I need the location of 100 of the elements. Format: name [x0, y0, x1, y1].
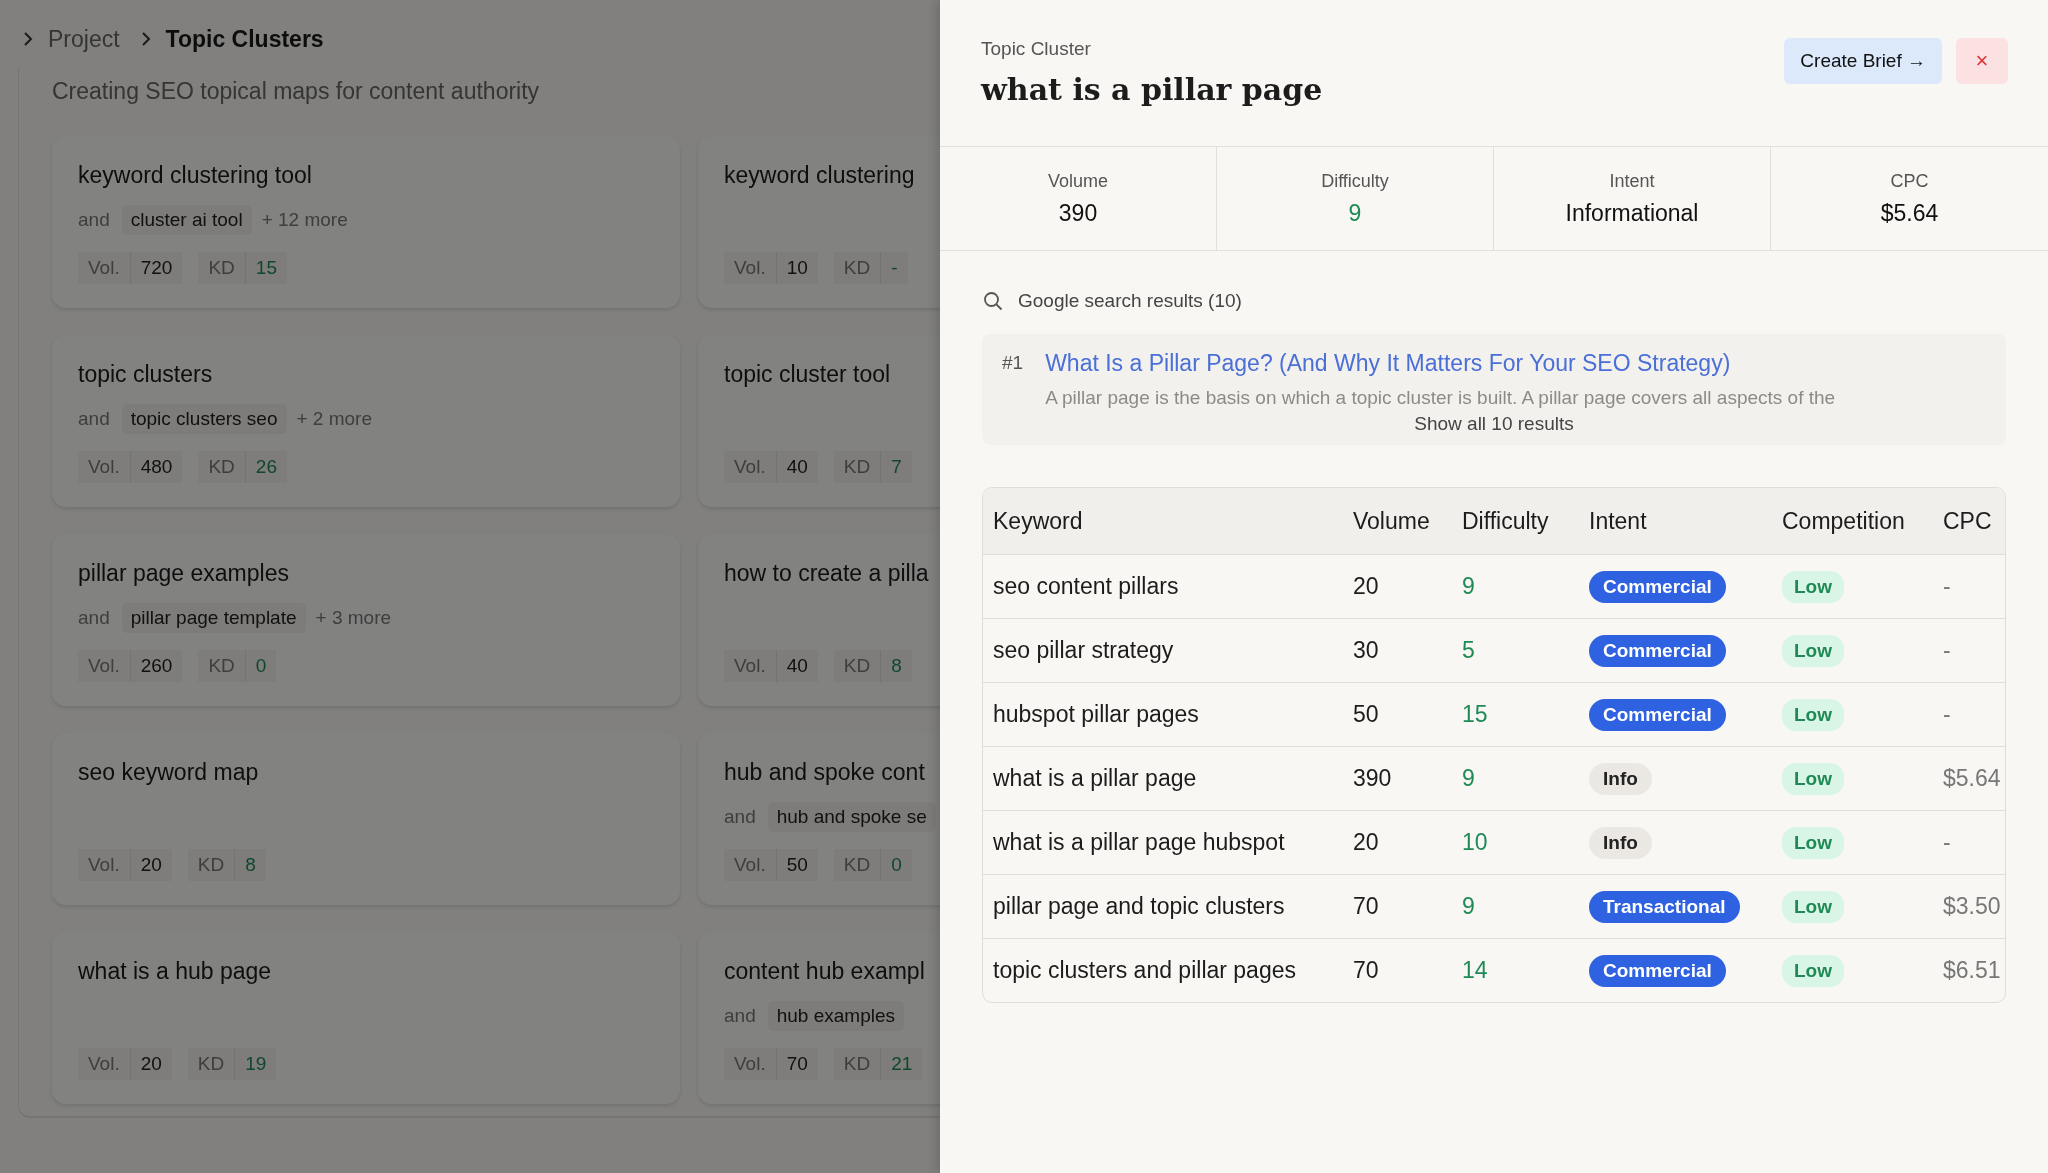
- keyword-cell: what is a pillar page hubspot: [983, 811, 1343, 875]
- kd-value: 15: [245, 252, 287, 284]
- volume-value: 20: [130, 1048, 172, 1080]
- more-count: + 12 more: [261, 209, 348, 231]
- difficulty-cell-text: 14: [1461, 956, 1489, 985]
- volume-cell: 70: [1343, 875, 1452, 939]
- kd-value: 8: [235, 849, 266, 881]
- kd-label: KD: [833, 650, 882, 682]
- keyword-cell-text: topic clusters and pillar pages: [992, 956, 1297, 985]
- kd-value: 19: [235, 1048, 277, 1080]
- cluster-card[interactable]: topic clusters and topic clusters seo + 2 more Vol. 480 KD 26: [52, 335, 680, 507]
- cpc-cell-text: $6.51: [1942, 956, 2002, 985]
- create-brief-button[interactable]: Create Brief →: [1784, 38, 1942, 84]
- kd-label: KD: [187, 849, 236, 881]
- keyword-cell: what is a pillar page: [983, 747, 1343, 811]
- cpc-cell: $5.64: [1933, 747, 2005, 811]
- column-header: CPC: [1933, 488, 2005, 555]
- result-link[interactable]: What Is a Pillar Page? (And Why It Matters For Your SEO Strategy): [1045, 350, 1731, 376]
- cluster-title: seo keyword map: [78, 759, 260, 787]
- cluster-card[interactable]: pillar page examples and pillar page template + 3 more Vol. 260 KD 0: [52, 534, 680, 706]
- volume-value: 70: [776, 1048, 818, 1080]
- keyword-tag: pillar page template: [121, 603, 306, 633]
- column-header: Intent: [1579, 488, 1772, 555]
- volume-value: 480: [130, 451, 183, 483]
- cluster-card[interactable]: hub and spoke cont and hub and spoke se Vol. 50 KD 0: [698, 733, 940, 905]
- and-label: and: [724, 806, 756, 828]
- and-label: and: [78, 209, 110, 231]
- keyword-cell: seo pillar strategy: [983, 619, 1343, 683]
- volume-value: 20: [130, 849, 172, 881]
- competition-badge: Low: [1782, 570, 1844, 603]
- kd-label: KD: [198, 252, 246, 284]
- chevron-right-icon: [22, 30, 34, 48]
- stat-label: CPC: [1890, 170, 1929, 192]
- cluster-card[interactable]: what is a hub page Vol. 20 KD 19: [52, 932, 680, 1104]
- breadcrumb-link[interactable]: Project: [48, 25, 120, 53]
- column-header: Volume: [1343, 488, 1452, 555]
- cluster-card[interactable]: how to create a pilla Vol. 40 KD 8: [698, 534, 940, 706]
- breadcrumb-link[interactable]: Topic Clusters: [165, 25, 324, 53]
- cluster-title: topic cluster tool: [724, 361, 892, 389]
- difficulty-cell: 9: [1452, 875, 1579, 939]
- intent-badge: Commercial: [1589, 698, 1726, 731]
- stat-value: 9: [1348, 199, 1362, 227]
- search-icon: [982, 290, 1004, 312]
- difficulty-cell: 9: [1452, 555, 1579, 619]
- volume-label: Vol.: [78, 451, 131, 483]
- volume-cell: 20: [1343, 811, 1452, 875]
- keyword-tag: hub and spoke se: [767, 802, 936, 832]
- volume-label: Vol.: [78, 650, 131, 682]
- kd-label: KD: [198, 451, 246, 483]
- chevron-right-icon: [139, 30, 152, 48]
- stat-label: Intent: [1609, 170, 1655, 192]
- column-header: Competition: [1772, 488, 1933, 555]
- page-subtitle: Creating SEO topical maps for content authority: [52, 77, 541, 106]
- cpc-cell: -: [1933, 555, 2005, 619]
- kd-label: KD: [833, 849, 882, 881]
- cluster-card[interactable]: seo keyword map Vol. 20 KD 8: [52, 733, 680, 905]
- volume-cell: 50: [1343, 683, 1452, 747]
- kd-value: 21: [881, 1048, 923, 1080]
- difficulty-cell: 5: [1452, 619, 1579, 683]
- cluster-title: what is a hub page: [78, 958, 273, 986]
- cluster-card[interactable]: keyword clustering Vol. 10 KD -: [698, 136, 940, 308]
- cluster-card[interactable]: topic cluster tool Vol. 40 KD 7: [698, 335, 940, 507]
- volume-cell: 390: [1343, 747, 1452, 811]
- keyword-cell: hubspot pillar pages: [983, 683, 1343, 747]
- and-label: and: [724, 1005, 756, 1027]
- difficulty-cell: 9: [1452, 747, 1579, 811]
- intent-badge: Commercial: [1589, 634, 1726, 667]
- stat-label: Volume: [1047, 170, 1108, 192]
- drawer-title: what is a pillar page: [981, 72, 1323, 107]
- intent-badge: Info: [1589, 762, 1652, 795]
- volume-value: 10: [776, 252, 818, 284]
- more-count: + 3 more: [315, 607, 392, 629]
- intent-badge: Commercial: [1589, 570, 1726, 603]
- intent-badge: Info: [1589, 826, 1652, 859]
- result-rank: #1: [1002, 351, 1024, 375]
- volume-label: Vol.: [724, 849, 777, 881]
- cluster-card[interactable]: content hub exampl and hub examples Vol. 70 KD 21: [698, 932, 940, 1104]
- keyword-tag: cluster ai tool: [121, 205, 252, 235]
- kd-value: 0: [881, 849, 912, 881]
- volume-cell: 20: [1343, 555, 1452, 619]
- keyword-cell: pillar page and topic clusters: [983, 875, 1343, 939]
- and-label: and: [78, 408, 110, 430]
- kd-label: KD: [833, 252, 882, 284]
- volume-label: Vol.: [724, 252, 777, 284]
- cluster-title: keyword clustering: [724, 162, 916, 190]
- keyword-cell: seo content pillars: [983, 555, 1343, 619]
- competition-badge: Low: [1782, 698, 1844, 731]
- close-button[interactable]: ×: [1956, 38, 2008, 84]
- kd-value: -: [881, 252, 908, 284]
- volume-value: 50: [776, 849, 818, 881]
- cluster-title: pillar page examples: [78, 560, 290, 588]
- intent-badge: Commercial: [1589, 954, 1726, 987]
- kd-value: 0: [245, 650, 277, 682]
- volume-label: Vol.: [78, 252, 131, 284]
- column-header: Keyword: [983, 488, 1343, 555]
- cluster-title: how to create a pilla: [724, 560, 930, 588]
- difficulty-cell: 10: [1452, 811, 1579, 875]
- show-all-button[interactable]: Show all 10 results: [1406, 411, 1582, 437]
- kd-value: 26: [245, 451, 287, 483]
- cluster-card[interactable]: keyword clustering tool and cluster ai tool + 12 more Vol. 720 KD 15: [52, 136, 680, 308]
